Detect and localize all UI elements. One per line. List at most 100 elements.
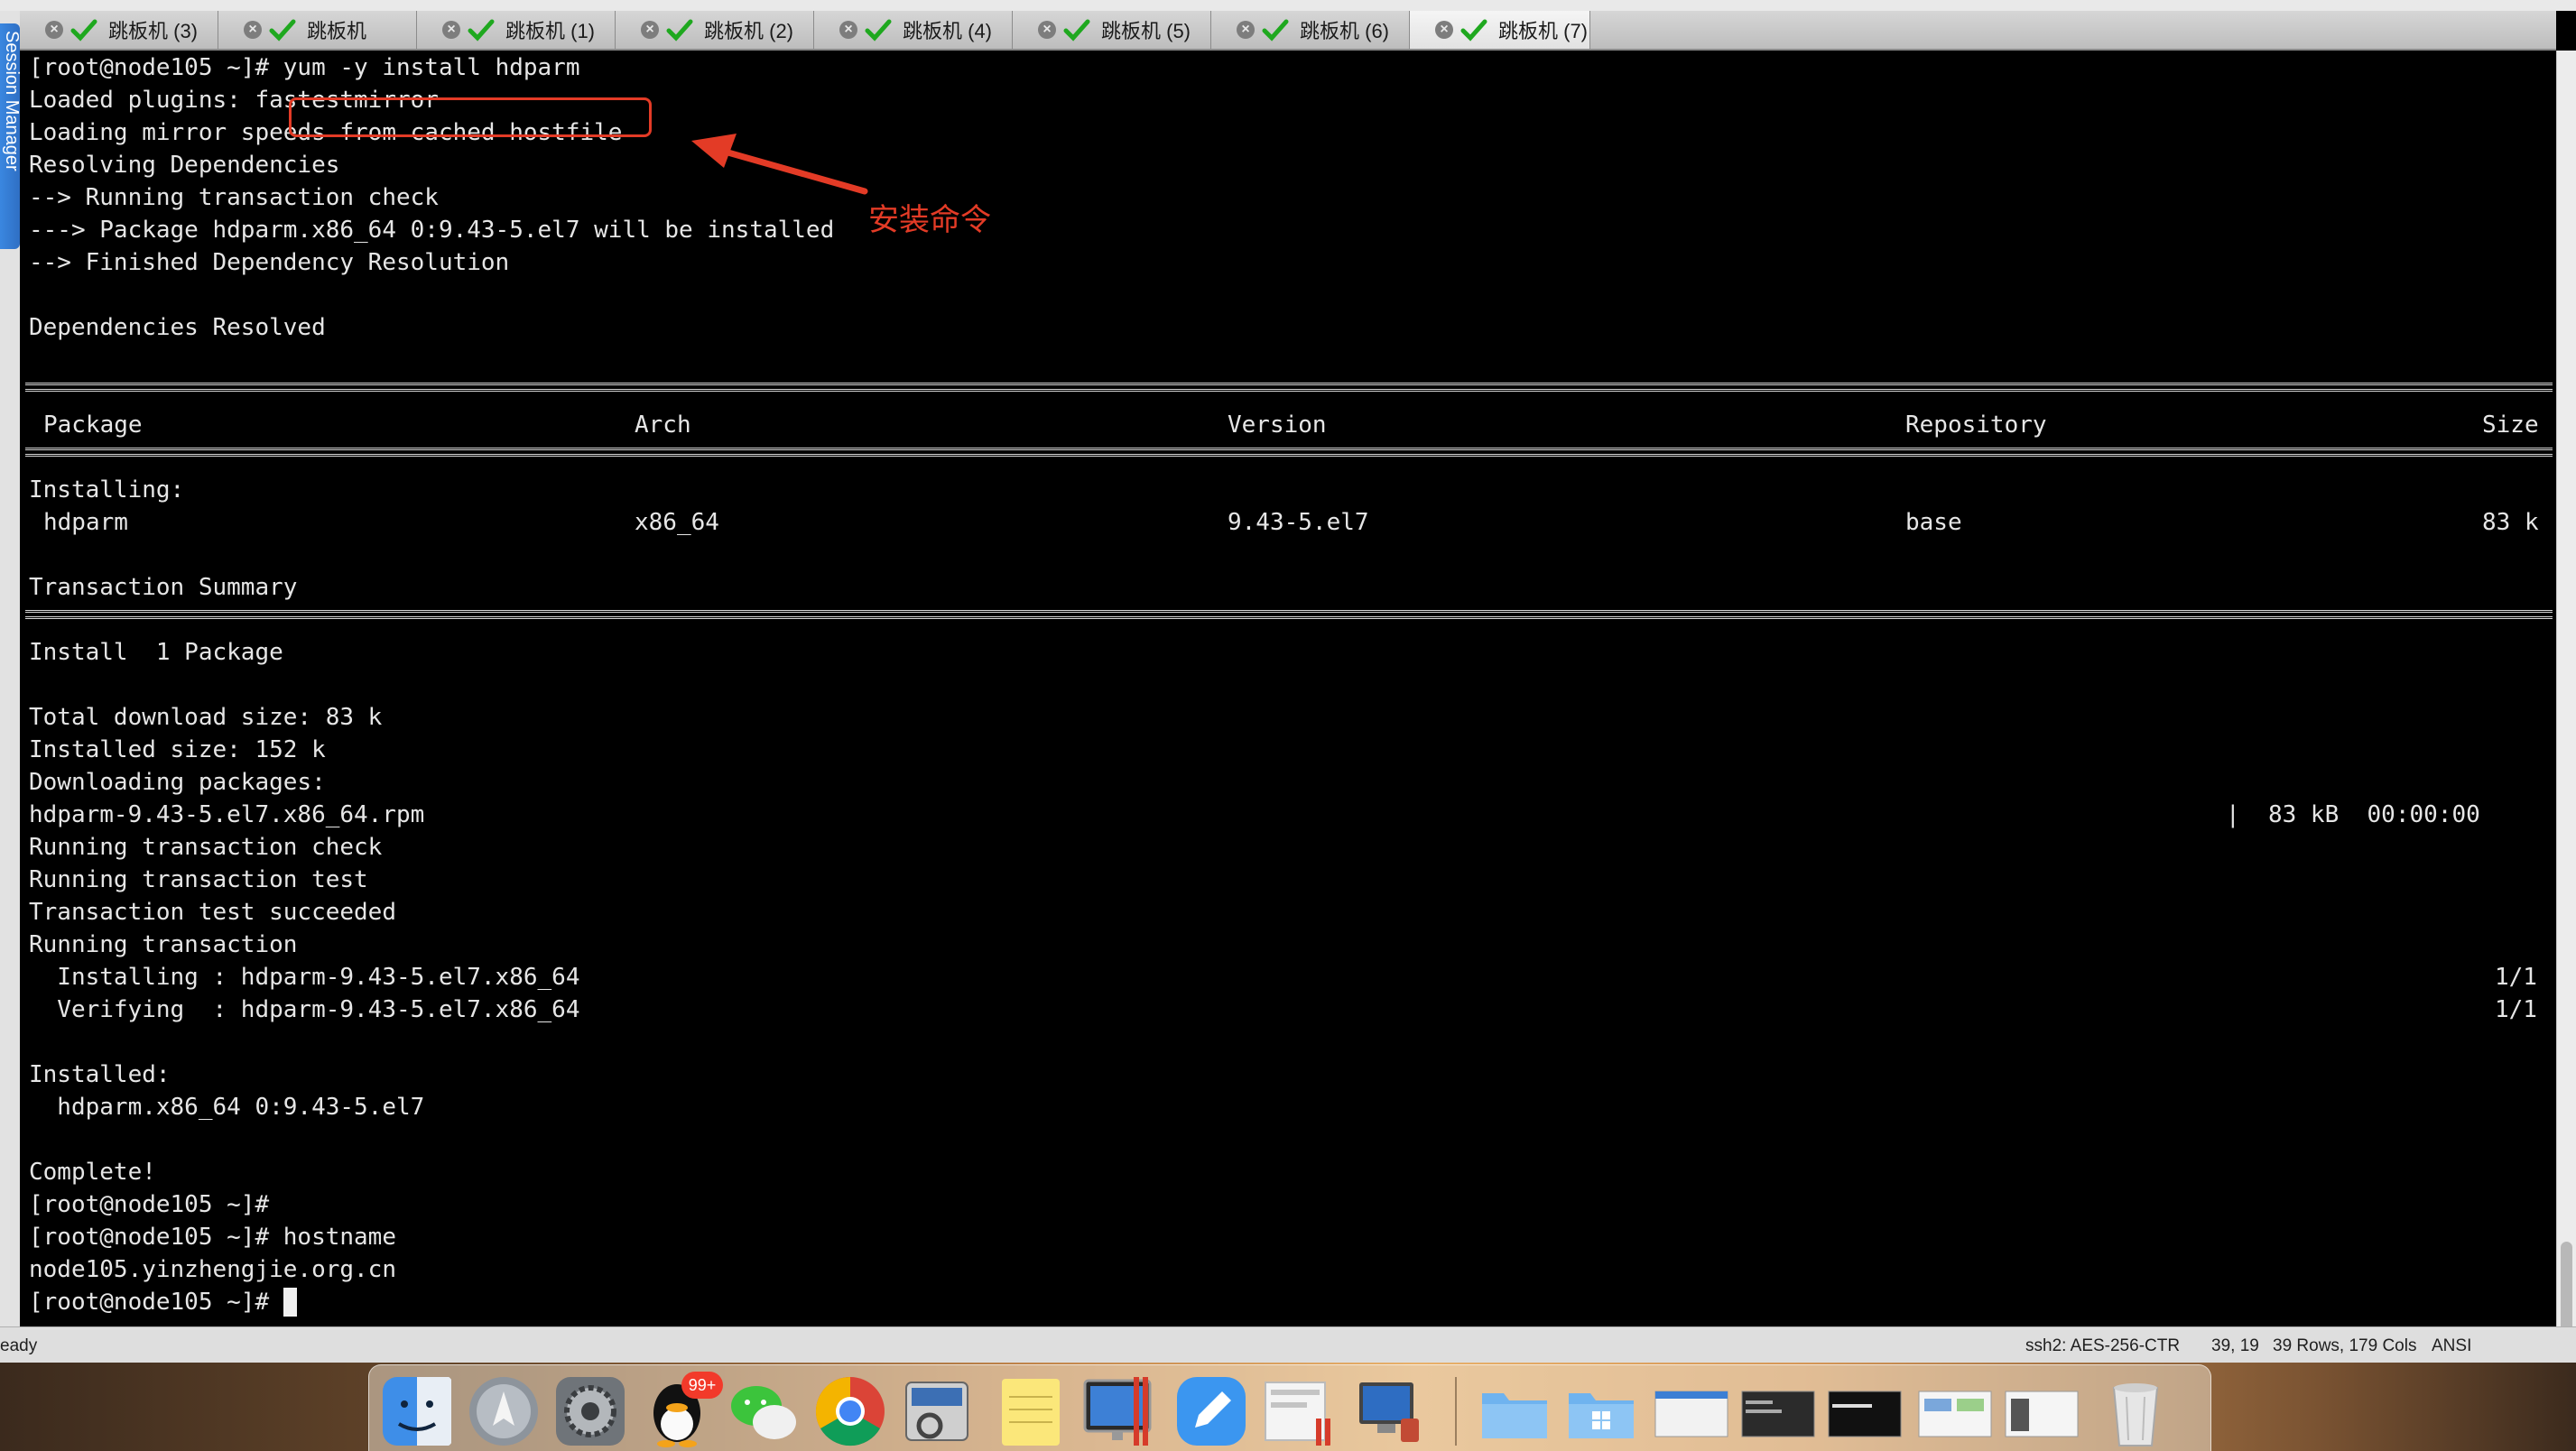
terminal-line: Installed size: 152 k <box>29 736 326 763</box>
terminal-line: Transaction Summary <box>29 574 298 601</box>
separator-rule <box>25 448 2553 457</box>
terminal-line: Downloading packages: <box>29 769 326 796</box>
status-cursor-position: 39, 19 <box>2211 1336 2259 1355</box>
tab-jump-host-1[interactable]: × 跳板机 (1) <box>417 11 616 49</box>
shell-prompt: [root@node105 ~]# <box>29 1191 270 1218</box>
tab-label: 跳板机 (5) <box>1101 20 1191 42</box>
terminal-line: --> Finished Dependency Resolution <box>29 249 510 276</box>
notes-icon[interactable] <box>993 1373 1069 1449</box>
annotation-highlight-box <box>289 97 652 137</box>
session-manager-tab[interactable]: Session Manager <box>0 23 20 249</box>
tab-jump-host-7[interactable]: × 跳板机 (7) <box>1410 11 1590 49</box>
window-thumbnail-icon[interactable] <box>2004 1373 2080 1449</box>
tab-label: 跳板机 (3) <box>108 20 199 42</box>
keychain-icon[interactable] <box>899 1373 975 1449</box>
tab-jump-host-5[interactable]: × 跳板机 (5) <box>1013 11 1211 49</box>
close-icon[interactable]: × <box>641 21 659 39</box>
table-cell-arch: x86_64 <box>635 509 719 536</box>
tab-label: 跳板机 (2) <box>704 20 794 42</box>
terminal-line: Running transaction check <box>29 834 383 861</box>
checkmark-icon <box>1460 19 1487 42</box>
tab-jump-host-3[interactable]: × 跳板机 (3) <box>20 11 218 49</box>
terminal-line: Installing : hdparm-9.43-5.el7.x86_64 <box>29 964 580 991</box>
column-header-arch: Arch <box>635 411 691 439</box>
window-top-strip <box>0 0 2576 11</box>
tab-jump-host[interactable]: × 跳板机 <box>218 11 417 49</box>
wechat-icon[interactable] <box>726 1373 802 1449</box>
terminal-line: Running transaction <box>29 931 298 958</box>
separator-rule <box>25 383 2553 392</box>
tab-label: 跳板机 (4) <box>903 20 993 42</box>
window-thumbnail-icon[interactable] <box>1917 1373 1993 1449</box>
terminal-line: hdparm.x86_64 0:9.43-5.el7 <box>29 1094 425 1121</box>
tab-label: 跳板机 (1) <box>505 20 596 42</box>
tab-jump-host-6[interactable]: × 跳板机 (6) <box>1211 11 1410 49</box>
terminal-line: [root@node105 ~]# <box>29 1286 269 1318</box>
table-cell-version: 9.43-5.el7 <box>1228 509 1369 536</box>
close-icon[interactable]: × <box>1237 21 1255 39</box>
pen-icon[interactable] <box>1173 1373 1249 1449</box>
shell-prompt: [root@node105 ~]# <box>29 54 270 81</box>
checkmark-icon <box>1262 19 1289 42</box>
close-icon[interactable]: × <box>1435 21 1453 39</box>
folder-icon[interactable] <box>1477 1373 1552 1449</box>
checkmark-icon <box>666 19 693 42</box>
windows-folder-icon[interactable] <box>1563 1373 1639 1449</box>
window-thumbnail-icon[interactable] <box>1654 1373 1729 1449</box>
annotation-label: 安装命令 <box>868 203 991 237</box>
tab-jump-host-4[interactable]: × 跳板机 (4) <box>814 11 1013 49</box>
terminal-line: node105.yinzhengjie.org.cn <box>29 1256 396 1283</box>
table-cell-package: hdparm <box>43 509 128 536</box>
text-cursor <box>283 1288 297 1317</box>
activity-monitor-icon[interactable] <box>1080 1373 1155 1449</box>
chrome-icon[interactable] <box>812 1373 888 1449</box>
terminal-line: Install 1 Package <box>29 639 283 666</box>
terminal-line: [root@node105 ~]# yum -y install hdparm <box>29 51 580 84</box>
close-icon[interactable]: × <box>839 21 857 39</box>
status-bar: eady ssh2: AES-256-CTR 39, 19 39 Rows, 1… <box>0 1326 2576 1363</box>
terminal-line: Total download size: 83 k <box>29 704 383 731</box>
tab-label: 跳板机 (7) <box>1498 20 1589 42</box>
checkmark-icon <box>269 19 296 42</box>
download-progress: | 83 kB 00:00:00 <box>2226 801 2480 828</box>
close-icon[interactable]: × <box>1038 21 1056 39</box>
document-icon[interactable] <box>1260 1373 1336 1449</box>
close-icon[interactable]: × <box>244 21 262 39</box>
close-icon[interactable]: × <box>442 21 460 39</box>
column-header-version: Version <box>1228 411 1327 439</box>
notification-badge: 99+ <box>681 1372 723 1399</box>
step-count: 1/1 <box>2495 996 2537 1023</box>
tab-label: 跳板机 <box>307 20 367 42</box>
terminal-scrollbar[interactable] <box>2556 51 2576 1368</box>
terminal-line: Running transaction test <box>29 866 368 893</box>
dock-separator <box>1455 1377 1457 1446</box>
checkmark-icon <box>865 19 892 42</box>
annotation-arrow-icon <box>691 134 868 195</box>
hostname-command: hostname <box>283 1224 396 1251</box>
terminal-line: [root@node105 ~]# hostname <box>29 1221 396 1253</box>
status-cipher: ssh2: AES-256-CTR <box>2025 1336 2181 1355</box>
trash-icon[interactable] <box>2098 1373 2173 1449</box>
tab-jump-host-2[interactable]: × 跳板机 (2) <box>616 11 814 49</box>
session-manager-label: Session Manager <box>2 31 20 171</box>
terminal-line: Transaction test succeeded <box>29 899 396 926</box>
window-thumbnail-icon[interactable] <box>1740 1373 1816 1449</box>
terminal-line: Installed: <box>29 1061 171 1088</box>
column-header-package: Package <box>43 411 143 439</box>
app-window: × 跳板机 (3) × 跳板机 × 跳板机 (1) × 跳板机 (2) × 跳板… <box>0 0 2576 1451</box>
terminal-view[interactable]: [root@node105 ~]# yum -y install hdparm … <box>20 51 2556 1326</box>
system-preferences-icon[interactable] <box>552 1373 628 1449</box>
finder-icon[interactable] <box>379 1373 455 1449</box>
table-cell-size: 83 k <box>2482 509 2539 536</box>
shell-prompt: [root@node105 ~]# <box>29 1224 270 1251</box>
checkmark-icon <box>468 19 495 42</box>
remote-desktop-icon[interactable] <box>1350 1373 1426 1449</box>
status-dimensions: 39 Rows, 179 Cols <box>2273 1336 2417 1355</box>
terminal-line: --> Running transaction check <box>29 184 439 211</box>
launchpad-icon[interactable] <box>466 1373 542 1449</box>
window-thumbnail-icon[interactable] <box>1827 1373 1903 1449</box>
close-icon[interactable]: × <box>45 21 63 39</box>
left-panel-strip: Session Manager <box>0 11 20 1346</box>
tab-bar: × 跳板机 (3) × 跳板机 × 跳板机 (1) × 跳板机 (2) × 跳板… <box>20 11 2556 51</box>
terminal-line: ---> Package hdparm.x86_64 0:9.43-5.el7 … <box>29 217 835 244</box>
